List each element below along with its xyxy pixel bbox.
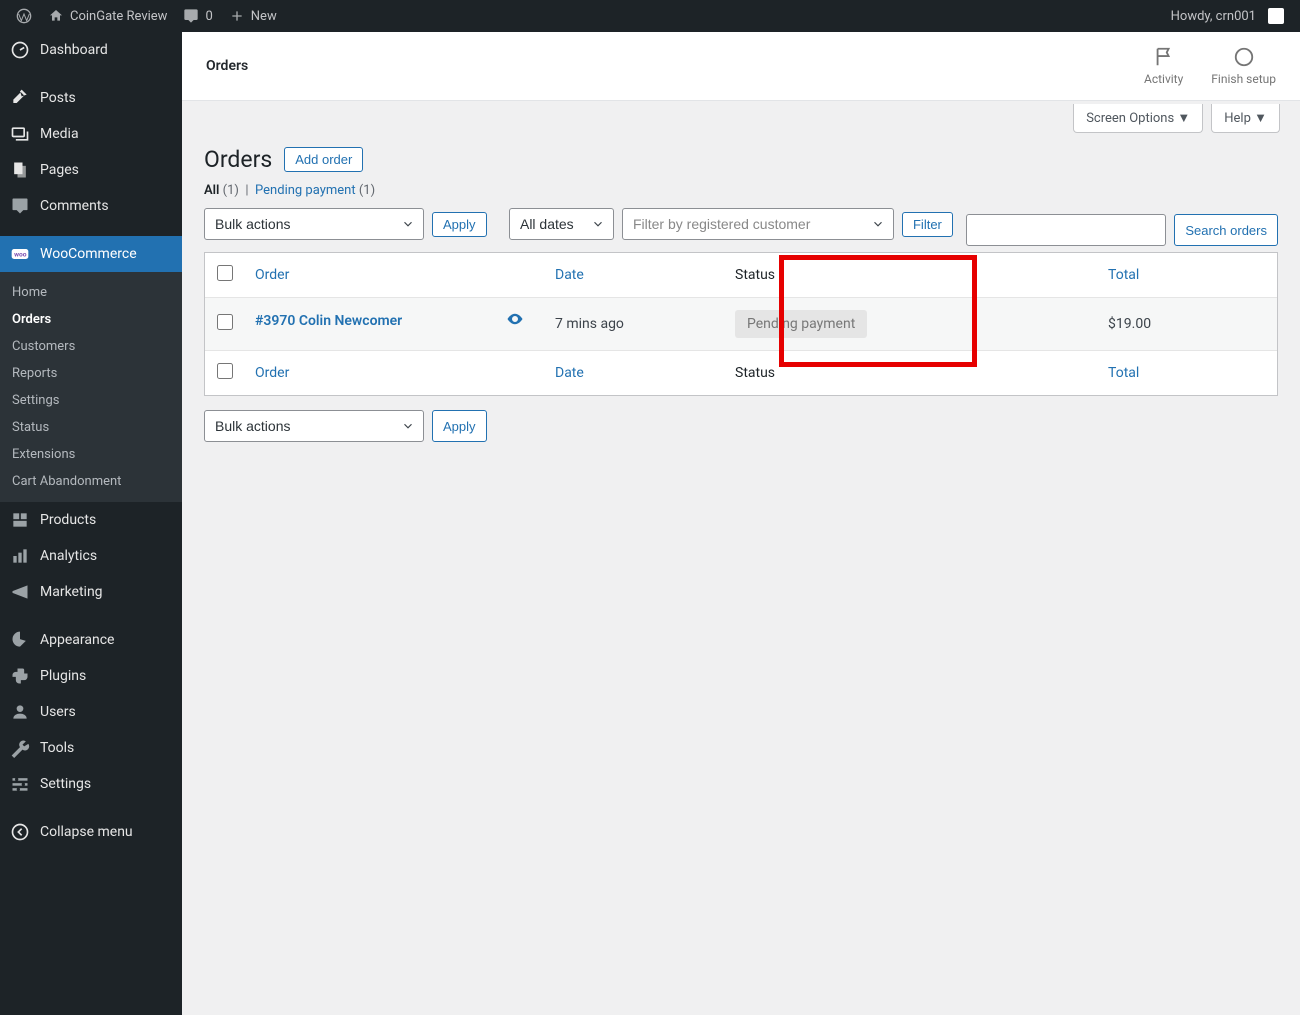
- woo-sub-cart[interactable]: Cart Abandonment: [0, 468, 182, 495]
- search-input[interactable]: [966, 214, 1166, 246]
- sidebar-posts[interactable]: Posts: [0, 80, 182, 116]
- row-checkbox[interactable]: [217, 314, 233, 330]
- woo-sub-customers[interactable]: Customers: [0, 333, 182, 360]
- sidebar-woocommerce[interactable]: wooWooCommerce: [0, 236, 182, 272]
- col-total-foot[interactable]: Total: [1108, 365, 1139, 381]
- order-link[interactable]: #3970 Colin Newcomer: [255, 313, 402, 329]
- finish-setup-button[interactable]: Finish setup: [1211, 46, 1276, 86]
- woo-sub-extensions[interactable]: Extensions: [0, 441, 182, 468]
- view-filters: All (1) | Pending payment (1): [204, 183, 1278, 198]
- sidebar-marketing[interactable]: Marketing: [0, 574, 182, 610]
- col-order[interactable]: Order: [255, 267, 289, 283]
- col-total[interactable]: Total: [1108, 267, 1139, 283]
- select-all-top[interactable]: [217, 265, 233, 281]
- site-link[interactable]: CoinGate Review: [40, 0, 175, 32]
- svg-text:woo: woo: [14, 251, 27, 259]
- col-order-foot[interactable]: Order: [255, 365, 289, 381]
- order-total: $19.00: [1098, 297, 1277, 350]
- sidebar-users[interactable]: Users: [0, 694, 182, 730]
- order-date: 7 mins ago: [545, 297, 725, 350]
- circle-icon: [1233, 46, 1255, 68]
- new-link[interactable]: New: [221, 0, 285, 32]
- woo-sub-orders[interactable]: Orders: [0, 306, 182, 333]
- sidebar-appearance[interactable]: Appearance: [0, 622, 182, 658]
- woo-sub-home[interactable]: Home: [0, 279, 182, 306]
- filter-button[interactable]: Filter: [902, 212, 953, 237]
- woo-sub-status[interactable]: Status: [0, 414, 182, 441]
- woo-sub-reports[interactable]: Reports: [0, 360, 182, 387]
- sidebar-products[interactable]: Products: [0, 502, 182, 538]
- sidebar-comments[interactable]: Comments: [0, 188, 182, 224]
- howdy-link[interactable]: Howdy, crn001: [1163, 0, 1292, 32]
- sidebar-tools[interactable]: Tools: [0, 730, 182, 766]
- customer-filter[interactable]: Filter by registered customer: [622, 208, 894, 240]
- flag-icon: [1153, 46, 1175, 68]
- select-all-bottom[interactable]: [217, 363, 233, 379]
- activity-button[interactable]: Activity: [1144, 46, 1183, 86]
- wp-logo[interactable]: [8, 0, 40, 32]
- col-status: Status: [725, 253, 1098, 297]
- sidebar-collapse[interactable]: Collapse menu: [0, 814, 182, 850]
- apply-button-bottom[interactable]: Apply: [432, 410, 487, 442]
- bulk-actions-select[interactable]: Bulk actions: [204, 208, 424, 240]
- col-status-foot: Status: [725, 350, 1098, 395]
- woo-sub-settings[interactable]: Settings: [0, 387, 182, 414]
- page-heading: Orders: [204, 146, 272, 173]
- status-badge: Pending payment: [735, 310, 867, 338]
- avatar: [1268, 8, 1284, 24]
- sidebar-analytics[interactable]: Analytics: [0, 538, 182, 574]
- col-date-foot[interactable]: Date: [555, 365, 584, 381]
- sidebar-media[interactable]: Media: [0, 116, 182, 152]
- add-order-button[interactable]: Add order: [284, 147, 363, 172]
- page-title: Orders: [206, 58, 248, 74]
- dates-select[interactable]: All dates: [509, 208, 614, 240]
- sidebar-settings[interactable]: Settings: [0, 766, 182, 802]
- col-date[interactable]: Date: [555, 267, 584, 283]
- sidebar-pages[interactable]: Pages: [0, 152, 182, 188]
- search-button[interactable]: Search orders: [1174, 214, 1278, 246]
- sidebar-plugins[interactable]: Plugins: [0, 658, 182, 694]
- bulk-actions-select-bottom[interactable]: Bulk actions: [204, 410, 424, 442]
- preview-icon[interactable]: [495, 310, 535, 332]
- apply-button-top[interactable]: Apply: [432, 212, 487, 237]
- sidebar-dashboard[interactable]: Dashboard: [0, 32, 182, 68]
- view-pending[interactable]: Pending payment (1): [255, 183, 375, 198]
- comments-link[interactable]: 0: [175, 0, 220, 32]
